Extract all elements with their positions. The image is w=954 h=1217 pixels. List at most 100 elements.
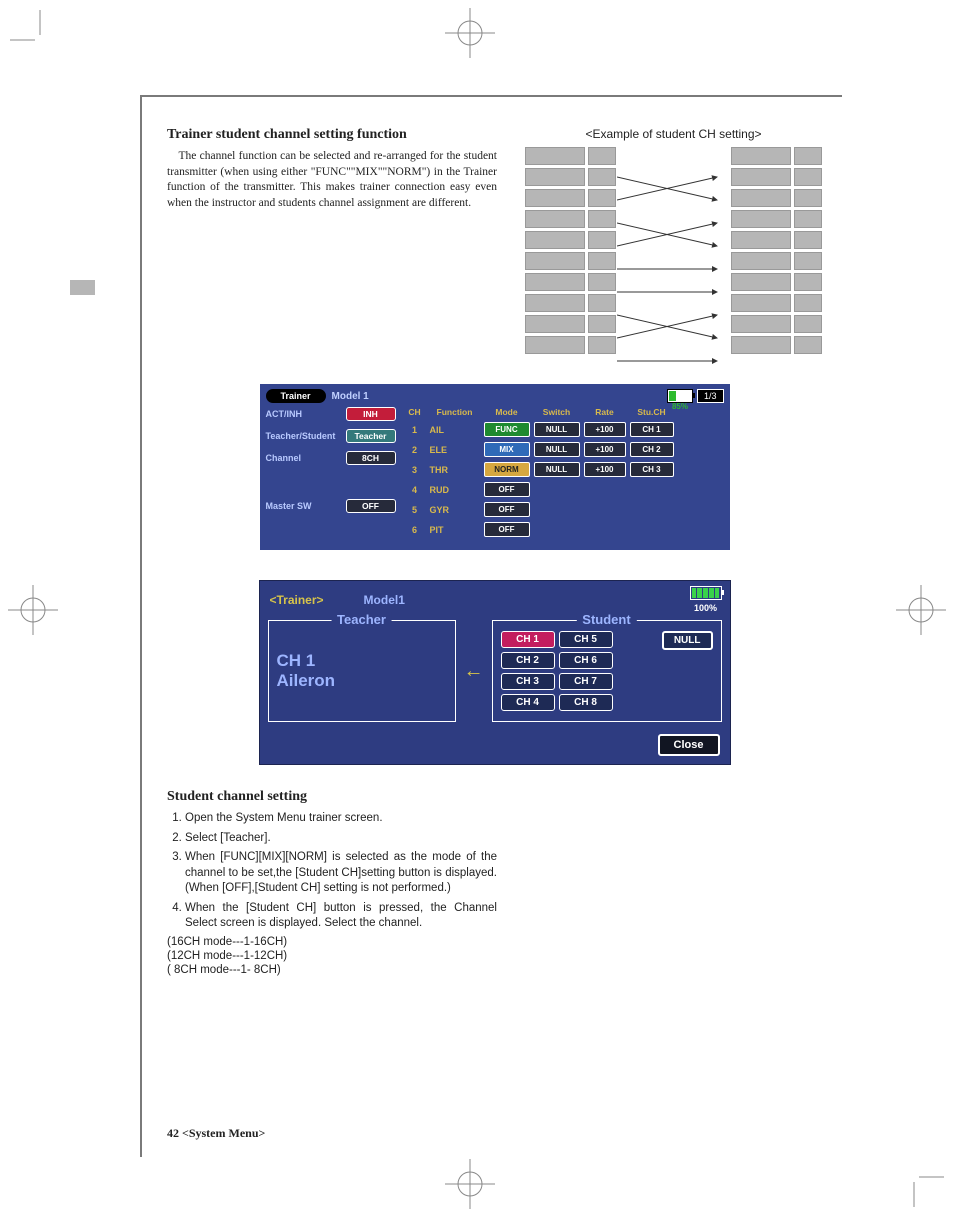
student-diag-cell-sm <box>794 252 822 270</box>
row-ch-num: 4 <box>404 485 426 495</box>
student-diag-cell <box>731 168 791 186</box>
row-mode-button[interactable]: OFF <box>484 502 530 517</box>
student-diag-cell <box>731 147 791 165</box>
teacher-diag-cell-sm <box>588 252 616 270</box>
trainer-screen-panel: Trainer Model 1 85% 1/3 ACT/INH INH Teach… <box>260 384 730 550</box>
registration-mark-right <box>896 585 946 635</box>
student-ch-button[interactable]: CH 6 <box>559 652 613 669</box>
teacher-diag-cell <box>525 315 585 333</box>
close-button[interactable]: Close <box>658 734 720 756</box>
row-ch-num: 6 <box>404 525 426 535</box>
teacherstudent-button[interactable]: Teacher <box>346 429 396 443</box>
hdr-switch: Switch <box>534 407 580 417</box>
row-rate-button[interactable]: +100 <box>584 442 626 457</box>
row-ch-num: 3 <box>404 465 426 475</box>
row-function: RUD <box>430 485 480 495</box>
student-diag-cell-sm <box>794 147 822 165</box>
teacher-diag-cell <box>525 294 585 312</box>
teacher-diag-cell-sm <box>588 231 616 249</box>
channel-button[interactable]: 8CH <box>346 451 396 465</box>
model-name-label: Model 1 <box>332 391 369 402</box>
hdr-rate: Rate <box>584 407 626 417</box>
teacher-diag-cell <box>525 147 585 165</box>
student-diag-cell <box>731 294 791 312</box>
row-switch-button[interactable]: NULL <box>534 422 580 437</box>
row-mode-button[interactable]: NORM <box>484 462 530 477</box>
actinh-label: ACT/INH <box>266 409 303 419</box>
student-diag-cell-sm <box>794 315 822 333</box>
row-switch-button[interactable]: NULL <box>534 442 580 457</box>
row-switch-button[interactable]: NULL <box>534 462 580 477</box>
page-indicator[interactable]: 1/3 <box>697 389 724 403</box>
hdr-mode: Mode <box>484 407 530 417</box>
step-item: When [FUNC][MIX][NORM] is selected as th… <box>185 850 497 897</box>
teacher-diag-cell-sm <box>588 294 616 312</box>
channel-select-panel: <Trainer> Model1 100% Teacher CH 1 Ailer… <box>259 580 731 765</box>
student-ch-button[interactable]: CH 7 <box>559 673 613 690</box>
page-footer: 42 <System Menu> <box>167 1126 265 1141</box>
teacher-diag-cell <box>525 231 585 249</box>
row-rate-button[interactable]: +100 <box>584 462 626 477</box>
mastersw-label: Master SW <box>266 501 312 511</box>
row-mode-button[interactable]: MIX <box>484 442 530 457</box>
row-function: AIL <box>430 425 480 435</box>
student-diag-cell-sm <box>794 273 822 291</box>
null-button[interactable]: NULL <box>662 631 713 650</box>
hdr-ch: CH <box>404 407 426 417</box>
student-diag-cell <box>731 210 791 228</box>
student-ch-button[interactable]: CH 1 <box>501 631 555 648</box>
teacher-diag-cell-sm <box>588 147 616 165</box>
student-diag-cell <box>731 231 791 249</box>
teacher-diag-cell-sm <box>588 168 616 186</box>
student-diag-cell <box>731 189 791 207</box>
channel-mapping-diagram <box>525 147 822 354</box>
student-ch-button[interactable]: CH 5 <box>559 631 613 648</box>
row-mode-button[interactable]: FUNC <box>484 422 530 437</box>
teacher-diag-cell-sm <box>588 273 616 291</box>
student-diag-cell-sm <box>794 168 822 186</box>
channel-label: Channel <box>266 453 302 463</box>
row-mode-button[interactable]: OFF <box>484 482 530 497</box>
row-ch-num: 2 <box>404 445 426 455</box>
battery-icon: 85% <box>667 389 693 403</box>
teacher-diag-cell-sm <box>588 210 616 228</box>
teacher-diag-cell <box>525 189 585 207</box>
breadcrumb: <System Menu> <box>182 1126 265 1140</box>
student-diag-cell-sm <box>794 231 822 249</box>
registration-mark-left <box>8 585 58 635</box>
page-number: 42 <box>167 1126 179 1140</box>
row-stuch-button[interactable]: CH 1 <box>630 422 674 437</box>
teacher-fieldset: Teacher CH 1 Aileron <box>268 620 456 722</box>
row-ch-num: 1 <box>404 425 426 435</box>
actinh-button[interactable]: INH <box>346 407 396 421</box>
teacher-ch-function: Aileron <box>277 671 447 691</box>
registration-mark-top <box>445 8 495 58</box>
student-ch-button[interactable]: CH 8 <box>559 694 613 711</box>
arrow-left-icon: ← <box>462 620 486 722</box>
teacher-diag-cell <box>525 210 585 228</box>
teacher-diag-cell-sm <box>588 189 616 207</box>
step-item: Select [Teacher]. <box>185 831 497 847</box>
student-ch-button[interactable]: CH 2 <box>501 652 555 669</box>
row-rate-button[interactable]: +100 <box>584 422 626 437</box>
battery-pct-2: 100% <box>694 603 717 613</box>
student-fieldset: Student CH 1CH 5CH 2CH 6CH 3CH 7CH 4CH 8… <box>492 620 722 722</box>
row-stuch-button[interactable]: CH 2 <box>630 442 674 457</box>
student-diag-cell-sm <box>794 189 822 207</box>
teacher-diag-cell <box>525 252 585 270</box>
registration-mark-bottom <box>445 1159 495 1209</box>
student-ch-button[interactable]: CH 4 <box>501 694 555 711</box>
student-diag-cell <box>731 273 791 291</box>
mode-note: (12CH mode---1-12CH) <box>167 950 497 962</box>
teacher-diag-cell-sm <box>588 336 616 354</box>
screen-title-2[interactable]: <Trainer> <box>270 593 324 607</box>
row-mode-button[interactable]: OFF <box>484 522 530 537</box>
teacher-diag-cell <box>525 336 585 354</box>
mastersw-button[interactable]: OFF <box>346 499 396 513</box>
student-ch-button[interactable]: CH 3 <box>501 673 555 690</box>
screen-title-pill[interactable]: Trainer <box>266 389 326 403</box>
teacher-legend: Teacher <box>331 612 392 627</box>
teacher-diag-cell <box>525 168 585 186</box>
steps-list: Open the System Menu trainer screen.Sele… <box>185 811 497 932</box>
row-stuch-button[interactable]: CH 3 <box>630 462 674 477</box>
